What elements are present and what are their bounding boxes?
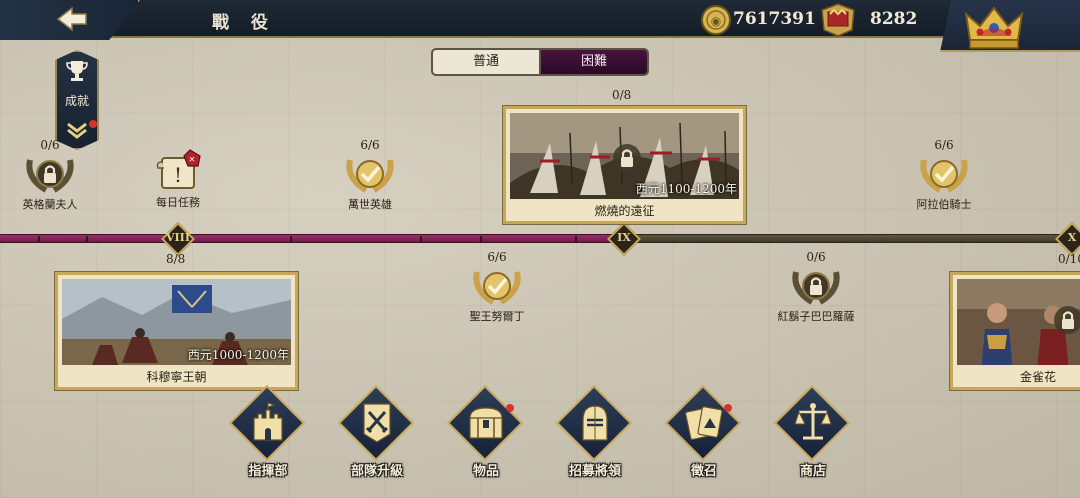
difficulty-normal-button[interactable]: 普通 xyxy=(433,50,539,74)
daily-tasks-node[interactable]: ! ✕ 每日任務 xyxy=(138,148,218,210)
completed-laurel-icon xyxy=(473,271,521,305)
page-title: 戰 役 xyxy=(212,13,276,33)
locked-laurel-icon xyxy=(792,271,840,305)
scroll-quest-icon: ! ✕ xyxy=(156,149,201,189)
lock-icon xyxy=(613,144,641,172)
notification-dot xyxy=(89,120,97,128)
campaign-era: 西元1000-1200年 xyxy=(187,348,289,362)
menu-label: 指揮部 xyxy=(248,464,288,479)
menu-conscription-button[interactable]: 徵召 xyxy=(664,384,744,482)
node-progress: 0/10 xyxy=(1058,252,1080,266)
crown-icon[interactable] xyxy=(962,2,1026,52)
timeline-tick xyxy=(575,236,577,242)
timeline-tick xyxy=(38,236,40,242)
node-name: 聖王努爾丁 xyxy=(469,310,525,323)
gold-amount: 7617391 xyxy=(733,9,816,29)
achievement-label: 成就 xyxy=(64,94,89,108)
chest-icon xyxy=(469,407,503,439)
campaign-card-kemuning[interactable]: 西元1000-1200年 科穆寧王朝 xyxy=(55,272,298,390)
node-name: 萬世英雄 xyxy=(348,198,392,211)
rank-badge-icon xyxy=(821,3,855,37)
menu-label: 招募將領 xyxy=(568,464,621,479)
difficulty-toggle: 普通 困難 xyxy=(431,48,649,76)
notification-dot xyxy=(506,404,514,412)
campaign-card-goldfinch[interactable]: 金雀花 xyxy=(950,272,1080,390)
menu-headquarters-button[interactable]: 指揮部 xyxy=(228,384,308,482)
timeline-tick xyxy=(420,236,422,242)
menu-label: 部隊升級 xyxy=(350,464,403,479)
menu-label: 物品 xyxy=(472,464,499,479)
top-bar xyxy=(0,0,1080,38)
node-progress: 6/6 xyxy=(487,250,507,264)
campaign-node-barbarossa[interactable]: 0/6 紅鬍子巴巴羅薩 xyxy=(766,250,866,324)
campaign-node-yingelan[interactable]: 0/6 英格蘭夫人 xyxy=(10,138,90,212)
completed-laurel-icon xyxy=(346,159,394,193)
node-progress: 0/6 xyxy=(40,138,60,152)
knight-helmet-icon xyxy=(582,405,608,441)
scales-icon xyxy=(794,403,832,440)
timeline-tick xyxy=(290,236,292,242)
trophy-icon xyxy=(66,61,88,81)
menu-recruit-general-button[interactable]: 招募將領 xyxy=(555,384,635,482)
menu-label: 徵召 xyxy=(690,464,717,479)
campaign-era: 西元1100-1200年 xyxy=(635,182,737,196)
node-progress: 8/8 xyxy=(166,252,186,266)
menu-troop-upgrade-button[interactable]: 部隊升級 xyxy=(337,384,417,482)
cards-icon xyxy=(685,406,723,441)
menu-shop-button[interactable]: 商店 xyxy=(773,384,853,482)
campaign-node-saladin[interactable]: 6/6 聖王努爾丁 xyxy=(457,250,537,324)
timeline-tick xyxy=(86,236,88,242)
node-name: 紅鬍子巴巴羅薩 xyxy=(777,310,855,323)
notification-dot xyxy=(724,404,732,412)
node-progress: 6/6 xyxy=(360,138,380,152)
chevron-down-icon[interactable] xyxy=(64,120,90,140)
svg-text:◉: ◉ xyxy=(711,14,721,28)
campaign-node-wanshi[interactable]: 6/6 萬世英雄 xyxy=(330,138,410,212)
castle-icon xyxy=(253,402,283,441)
rank-points: 8282 xyxy=(870,9,918,29)
node-name: 英格蘭夫人 xyxy=(22,198,78,211)
node-progress: 0/6 xyxy=(806,250,826,264)
gold-coin-icon: ◉ xyxy=(701,5,731,35)
timeline-remaining-track xyxy=(624,234,1080,243)
timeline-tick xyxy=(480,236,482,242)
menu-items-button[interactable]: 物品 xyxy=(446,384,526,482)
menu-label: 商店 xyxy=(799,464,826,479)
campaign-node-alabo[interactable]: 6/6 阿拉伯騎士 xyxy=(904,138,984,212)
campaign-card-burning[interactable]: 西元1100-1200年 燃燒的遠征 xyxy=(503,106,746,224)
campaign-name: 燃燒的遠征 xyxy=(594,204,655,218)
completed-laurel-icon xyxy=(920,159,968,193)
locked-laurel-icon xyxy=(26,159,74,193)
lock-icon xyxy=(1054,306,1080,334)
svg-text:!: ! xyxy=(174,163,182,187)
swords-banner-icon xyxy=(363,403,391,443)
svg-text:✕: ✕ xyxy=(189,155,196,164)
era-label-viii: VIII xyxy=(166,231,190,244)
node-progress: 6/6 xyxy=(934,138,954,152)
node-name: 阿拉伯騎士 xyxy=(916,198,972,211)
campaign-name: 科穆寧王朝 xyxy=(146,370,207,384)
node-name: 每日任務 xyxy=(156,196,200,209)
campaign-name: 金雀花 xyxy=(1020,370,1057,384)
difficulty-hard-button[interactable]: 困難 xyxy=(539,50,647,74)
timeline-progress-track xyxy=(0,234,624,243)
back-arrow-icon[interactable] xyxy=(52,4,92,34)
era-label-x: X xyxy=(1067,231,1077,244)
era-label-ix: IX xyxy=(617,231,631,244)
node-progress: 0/8 xyxy=(612,88,632,102)
